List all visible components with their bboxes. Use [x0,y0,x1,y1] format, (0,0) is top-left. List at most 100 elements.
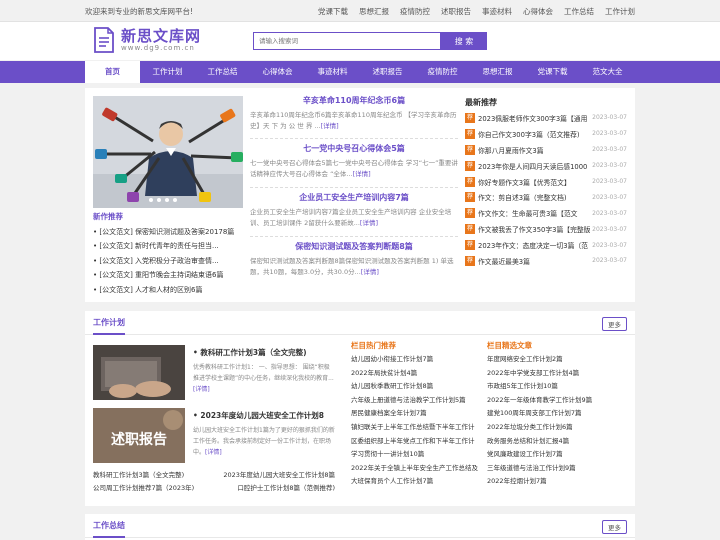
header: 新思文库网 www.dg9.com.cn 搜 索 [0,22,720,60]
list-item[interactable]: 幼儿园幼小衔接工作计划7篇 [351,353,483,367]
recommend-badge: 荐 [465,255,475,266]
section-title[interactable]: 工作总结 [93,520,125,538]
plan-link[interactable]: 2023年度幼儿园大班安全工作计划8篇 [223,469,335,482]
nav-party-lesson[interactable]: 党课下载 [525,61,580,83]
list-item[interactable]: 三年级道德与法治工作计划9篇 [487,462,619,476]
recommend-badge: 荐 [465,144,475,155]
feature-title[interactable]: 七一党中央号召心得体会5篇 [250,142,458,156]
nav-thought[interactable]: 思想汇报 [470,61,525,83]
nav-deeds[interactable]: 事迹材料 [305,61,360,83]
work-plan-panel: 工作计划 更多 • 教科研工作计划3篇（全文完整) 优秀教科研工作计划1： 一、… [85,311,635,506]
hero-image[interactable] [93,96,243,208]
list-item[interactable]: 政务服务总结和计划汇报4篇 [487,435,619,449]
list-item[interactable]: 六年级上册道德与法治教学工作计划5篇 [351,394,483,408]
top-link-xinde[interactable]: 心得体会 [523,6,553,17]
list-item[interactable]: 大班保育员个人工作计划7篇 [351,475,483,489]
detail-link[interactable]: [详情] [321,122,339,130]
search-bar: 搜 索 [253,32,487,50]
list-item[interactable]: 2022年控烟计划7篇 [487,475,619,489]
plan-link[interactable]: 公司周工作计划推荐7篇（2023年) [93,482,194,495]
list-item[interactable]: • [公文范文] 保密知识测试题及答案20178篇 [93,225,243,239]
detail-link[interactable]: [详情] [360,219,378,227]
top-link-yiqing[interactable]: 疫情防控 [400,6,430,17]
list-item[interactable]: 荐 2023年你是人间四月天读后感1000 2023-03-07 [465,158,627,174]
plan-article: 述职报告 • 2023年度幼儿园大班安全工作计划8 幼儿园大班安全工作计划1篇为… [93,408,335,463]
nav-report[interactable]: 述职报告 [360,61,415,83]
list-item[interactable]: 荐作文被我丢了作文350字3篇【完整版 2023-03-07 [465,221,627,237]
new-recommendations: 新作推荐 • [公文范文] 保密知识测试题及答案20178篇 • [公文范文] … [93,211,243,297]
top-link-shiji[interactable]: 事迹材料 [482,6,512,17]
nav-essays[interactable]: 范文大全 [580,61,635,83]
list-item[interactable]: • [公文范文] 人才和人材的区别6篇 [93,283,243,297]
detail-link[interactable]: [详情] [193,386,210,393]
list-item[interactable]: 学习贯彻十一讲计划10篇 [351,448,483,462]
list-item[interactable]: 2022年关于全镇上半年安全生产工作总结及 [351,462,483,476]
nav-work-summary[interactable]: 工作总结 [195,61,250,83]
feature-title[interactable]: 保密知识测试题及答案判断题8篇 [250,240,458,254]
list-item[interactable]: 党风廉政建设工作计划7篇 [487,448,619,462]
list-item[interactable]: • [公文范文] 新时代青年的责任与担当... [93,239,243,253]
top-link-sixiang[interactable]: 思想汇报 [359,6,389,17]
plan-link[interactable]: 教科研工作计划3篇（全文完整) [93,469,184,482]
list-item[interactable]: 荐 2023佩服老师作文300字3篇【通用 2023-03-07 [465,110,627,126]
feature-title[interactable]: 辛亥革命110周年纪念币6篇 [250,94,458,108]
list-item[interactable]: 荐作文最近最美3篇 2023-03-07 [465,253,627,269]
top-link-shuzhi[interactable]: 述职报告 [441,6,471,17]
search-input[interactable] [253,32,441,50]
list-item[interactable]: 荐作文：剪自述3篇（完整文档) 2023-03-07 [465,189,627,205]
plan-link[interactable]: 口腔护士工作计划8篇（范例推荐) [237,482,335,495]
divider [250,138,458,139]
list-item[interactable]: 荐你自己作文300字3篇（范文推荐) 2023-03-07 [465,126,627,142]
feature-article: 保密知识测试题及答案判断题8篇 保密知识测试题及答案判断题8篇保密知识测试题及答… [250,240,458,278]
selected-articles-column: 栏目精选文章 年度网络安全工作计划2篇 2022年中学党支部工作计划4篇 市政组… [487,339,619,489]
list-item[interactable]: 荐作文作文：生命最可贵3篇【范文 2023-03-07 [465,205,627,221]
report-image[interactable]: 述职报告 [93,408,185,463]
nav-epidemic[interactable]: 疫情防控 [415,61,470,83]
typing-laptop-image[interactable] [93,345,185,400]
list-item[interactable]: 居民健康档案全年计划7篇 [351,407,483,421]
recommend-badge: 荐 [465,240,475,251]
top-link-dangke[interactable]: 党课下载 [318,6,348,17]
plan-desc: 幼儿园大班安全工作计划1篇为了更好的狠抓我们的新工作任务。我会承接前制定好一份工… [193,427,335,456]
list-item[interactable]: • [公文范文] 重阳节晚会主持词结束语6篇 [93,268,243,282]
list-item[interactable]: 区委组织部上半年党点工作和下半年工作计 [351,435,483,449]
list-item[interactable]: 2022年一年级体育教学工作计划9篇 [487,394,619,408]
report-image-text: 述职报告 [111,431,167,448]
list-item[interactable]: 建党100周年周支部工作计划7篇 [487,407,619,421]
search-button[interactable]: 搜 索 [441,32,487,50]
welcome-text: 欢迎来到专业的新思文库网平台! [85,6,194,16]
list-item[interactable]: 镇妇联关于上半年工作总结暨下半年工作计 [351,421,483,435]
top-link-jihua[interactable]: 工作计划 [605,6,635,17]
list-item[interactable]: 2022年中学党支部工作计划4篇 [487,367,619,381]
section-header: 工作总结 更多 [85,514,635,538]
list-item[interactable]: 2022年局扶贫计划4篇 [351,367,483,381]
recommend-badge: 荐 [465,224,475,235]
detail-link[interactable]: [详情] [361,268,379,276]
latest-title: 最新推荐 [465,98,497,107]
nav-home[interactable]: 首页 [85,61,140,83]
site-logo[interactable]: 新思文库网 www.dg9.com.cn [93,27,201,53]
list-item[interactable]: • [公文范文] 入党积极分子政治审查情... [93,254,243,268]
section-title[interactable]: 工作计划 [93,317,125,335]
nav-work-plan[interactable]: 工作计划 [140,61,195,83]
recommend-badge: 荐 [465,208,475,219]
plan-title[interactable]: • 教科研工作计划3篇（全文完整) [193,347,335,359]
more-button[interactable]: 更多 [602,520,627,534]
detail-link[interactable]: [详情] [353,170,371,178]
list-item[interactable]: 市政组5年工作计划10篇 [487,380,619,394]
list-item[interactable]: 年度网络安全工作计划2篇 [487,353,619,367]
more-button[interactable]: 更多 [602,317,627,331]
nav-experience[interactable]: 心得体会 [250,61,305,83]
recommend-badge: 荐 [465,160,475,171]
list-item[interactable]: 荐 2023年作文：态度决定一切3篇（范 2023-03-07 [465,237,627,253]
list-item[interactable]: 幼儿园秋季教研工作计划8篇 [351,380,483,394]
plan-title[interactable]: • 2023年度幼儿园大班安全工作计划8 [193,410,335,422]
list-item[interactable]: 2022年垃圾分类工作计划6篇 [487,421,619,435]
detail-link[interactable]: [详情] [205,449,222,456]
feature-article: 企业员工安全生产培训内容7篇 企业员工安全生产培训内容7篇企业员工安全生产培训内… [250,191,458,229]
list-item[interactable]: 荐你那八月夏雨作文3篇 2023-03-07 [465,142,627,158]
plan-article: • 教科研工作计划3篇（全文完整) 优秀教科研工作计划1： 一、指导思想： 围绕… [93,345,335,400]
feature-title[interactable]: 企业员工安全生产培训内容7篇 [250,191,458,205]
list-item[interactable]: 荐你好专题作文3篇【优秀范文】 2023-03-07 [465,174,627,190]
top-link-zongjie[interactable]: 工作总结 [564,6,594,17]
